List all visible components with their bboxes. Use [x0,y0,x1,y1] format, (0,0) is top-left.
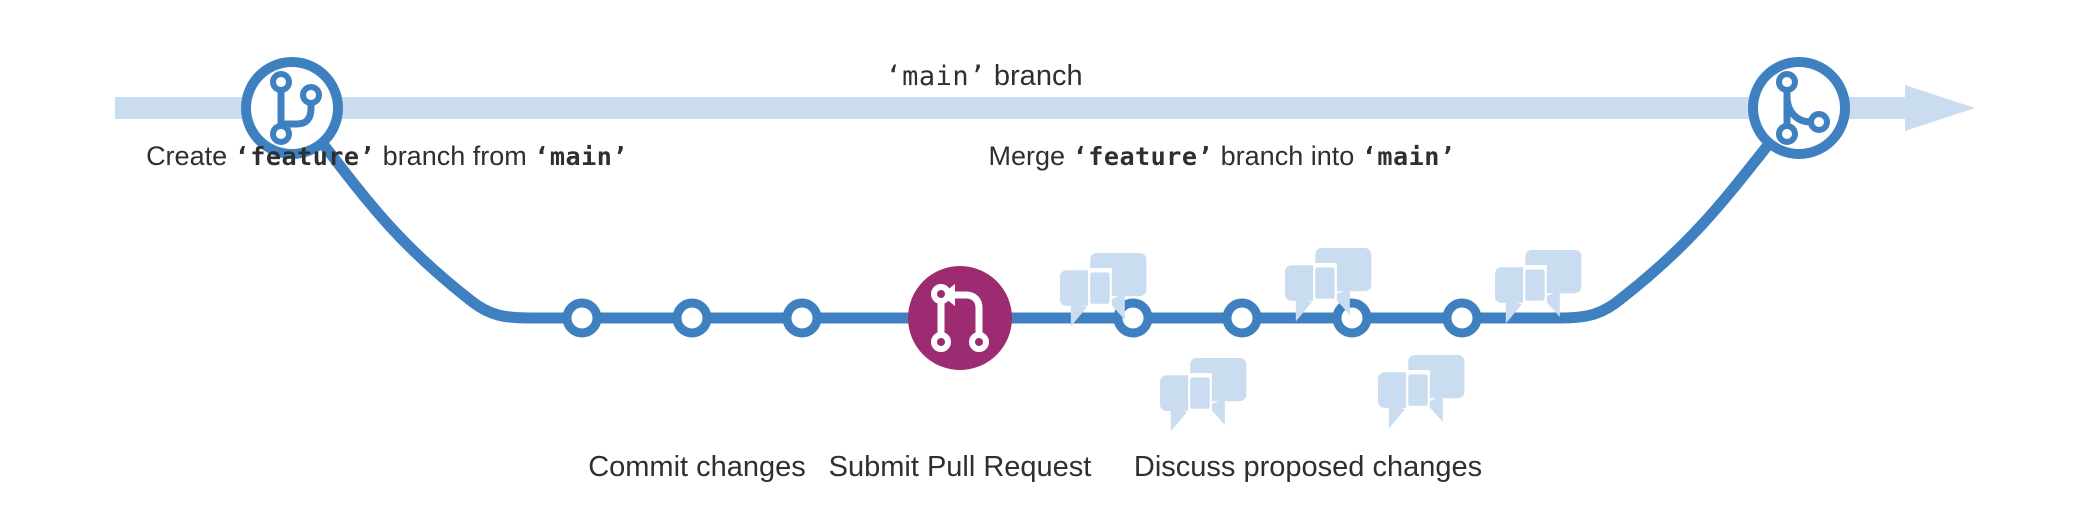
merge-branch-code-feature: ‘feature’ [1072,142,1214,171]
main-branch-bar [115,97,1905,119]
create-branch-code-main: ‘main’ [534,142,628,171]
commit-dot[interactable] [1332,298,1372,338]
speech-bubble-overlap [1525,267,1545,303]
main-branch-title-label: ‘main’ branch [885,60,1082,93]
speech-bubble-tail-icon [1170,408,1187,432]
speech-bubble-overlap [1315,265,1335,301]
speech-bubble-tail-icon [1388,405,1405,429]
pull-request-circle [908,266,1012,370]
commit-dot[interactable] [562,298,602,338]
commit-dot[interactable] [782,298,822,338]
create-branch-code-feature: ‘feature’ [234,142,376,171]
commit-changes-label: Commit changes [588,451,806,483]
submit-pull-request-label: Submit Pull Request [828,451,1092,483]
commit-dot[interactable] [672,298,712,338]
discuss-changes-label: Discuss proposed changes [1133,451,1483,483]
speech-bubble-edge [1088,303,1110,309]
merge-branch-code-main: ‘main’ [1361,142,1456,171]
speech-bubble-overlap [1408,372,1428,408]
merge-branch-label: Merge ‘feature’ branch into ‘main’ [989,141,1456,172]
speech-bubble-edge [1188,408,1210,414]
speech-bubble-edge [1188,373,1210,378]
github-flow-diagram: ‘main’ branch Create ‘feature’ branch fr… [0,0,2098,528]
main-branch-code: ‘main’ [885,61,986,92]
speech-bubble-overlap [1090,270,1110,306]
speech-bubble-edge [1406,405,1428,411]
merge-branch-text-2: branch into [1213,141,1362,171]
commit-dot[interactable] [1222,298,1262,338]
commit-dot[interactable] [1442,298,1482,338]
pull-request-node[interactable] [908,266,1012,370]
node-ring [1748,57,1850,159]
merge-end-node[interactable] [1748,57,1850,159]
speech-bubble-edge [1313,298,1335,304]
speech-bubble-edge [1523,265,1545,270]
create-branch-label: Create ‘feature’ branch from ‘main’ [146,141,628,172]
speech-bubble-edge [1088,268,1110,273]
speech-bubble-overlap [1190,375,1210,411]
main-branch-title-suffix: branch [985,60,1083,92]
speech-bubble-group-below-1 [1160,358,1247,432]
speech-bubble-group-below-2 [1378,355,1465,429]
create-branch-text-1: Create [146,141,235,171]
speech-bubble-edge [1523,300,1545,306]
speech-bubble-edge [1406,370,1428,375]
merge-branch-text-1: Merge [988,141,1073,171]
speech-bubble-edge [1313,263,1335,268]
main-branch-arrowhead [1905,85,1975,131]
create-branch-text-2: branch from [375,141,535,171]
